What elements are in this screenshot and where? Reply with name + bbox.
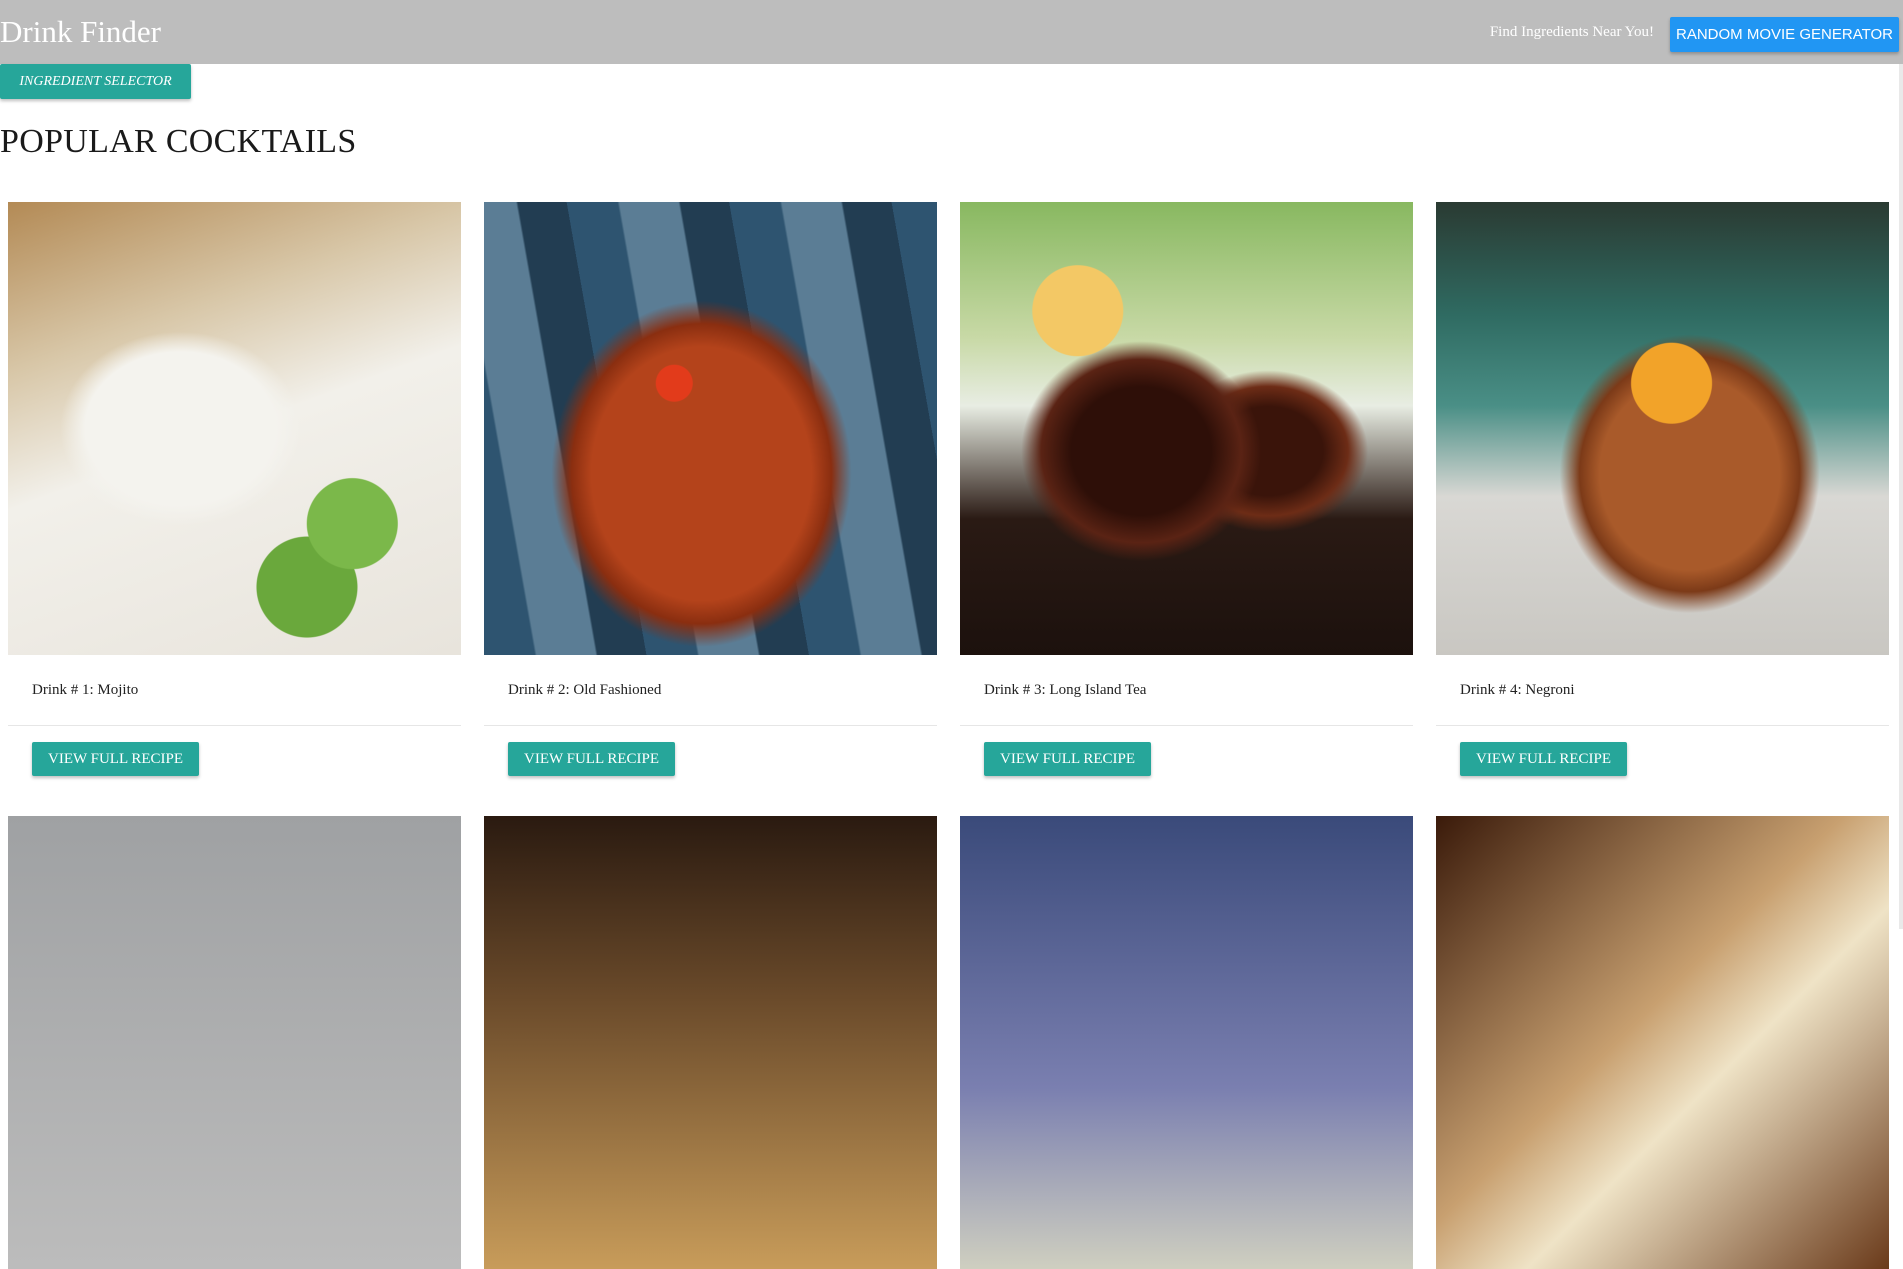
view-recipe-button[interactable]: VIEW FULL RECIPE — [984, 742, 1151, 776]
ingredient-selector-button[interactable]: INGREDIENT SELECTOR — [0, 64, 191, 99]
cocktail-photo[interactable] — [8, 816, 461, 1269]
mojito-photo[interactable] — [8, 202, 461, 655]
random-movie-generator-button[interactable]: RANDOM MOVIE GENERATOR — [1670, 17, 1899, 52]
find-ingredients-link[interactable]: Find Ingredients Near You! — [1490, 22, 1654, 42]
card-actions: VIEW FULL RECIPE — [8, 726, 461, 816]
card-title: Drink # 3: Long Island Tea — [984, 682, 1147, 698]
card-actions: VIEW FULL RECIPE — [1436, 726, 1889, 816]
cocktail-photo[interactable] — [960, 816, 1413, 1269]
card-title: Drink # 4: Negroni — [1460, 682, 1575, 698]
cocktail-photo[interactable] — [1436, 816, 1889, 1269]
card-title: Drink # 1: Mojito — [32, 682, 139, 698]
card-caption: Drink # 2: Old Fashioned — [484, 655, 937, 726]
brand-logo[interactable]: Drink Finder — [0, 12, 161, 52]
card-actions: VIEW FULL RECIPE — [960, 726, 1413, 816]
view-recipe-button[interactable]: VIEW FULL RECIPE — [508, 742, 675, 776]
cocktail-card: Drink # 2: Old Fashioned VIEW FULL RECIP… — [484, 202, 937, 816]
card-caption: Drink # 3: Long Island Tea — [960, 655, 1413, 726]
old-fashioned-photo[interactable] — [484, 202, 937, 655]
card-actions: VIEW FULL RECIPE — [484, 726, 937, 816]
cocktail-card-partial — [960, 816, 1413, 1269]
card-caption: Drink # 4: Negroni — [1436, 655, 1889, 726]
cocktail-card: Drink # 3: Long Island Tea VIEW FULL REC… — [960, 202, 1413, 816]
view-recipe-button[interactable]: VIEW FULL RECIPE — [1460, 742, 1627, 776]
negroni-photo[interactable] — [1436, 202, 1889, 655]
cocktail-card: Drink # 1: Mojito VIEW FULL RECIPE — [8, 202, 461, 816]
cocktail-card-partial — [8, 816, 461, 1269]
cocktail-card-partial — [1436, 816, 1889, 1269]
cocktail-photo[interactable] — [484, 816, 937, 1269]
cocktail-card: Drink # 4: Negroni VIEW FULL RECIPE — [1436, 202, 1889, 816]
page-title: POPULAR COCKTAILS — [0, 123, 357, 160]
card-title: Drink # 2: Old Fashioned — [508, 682, 662, 698]
card-caption: Drink # 1: Mojito — [8, 655, 461, 726]
navbar: Drink Finder Find Ingredients Near You! … — [0, 0, 1903, 64]
page-edge-shadow — [1899, 64, 1903, 929]
long-island-tea-photo[interactable] — [960, 202, 1413, 655]
view-recipe-button[interactable]: VIEW FULL RECIPE — [32, 742, 199, 776]
cocktail-card-partial — [484, 816, 937, 1269]
